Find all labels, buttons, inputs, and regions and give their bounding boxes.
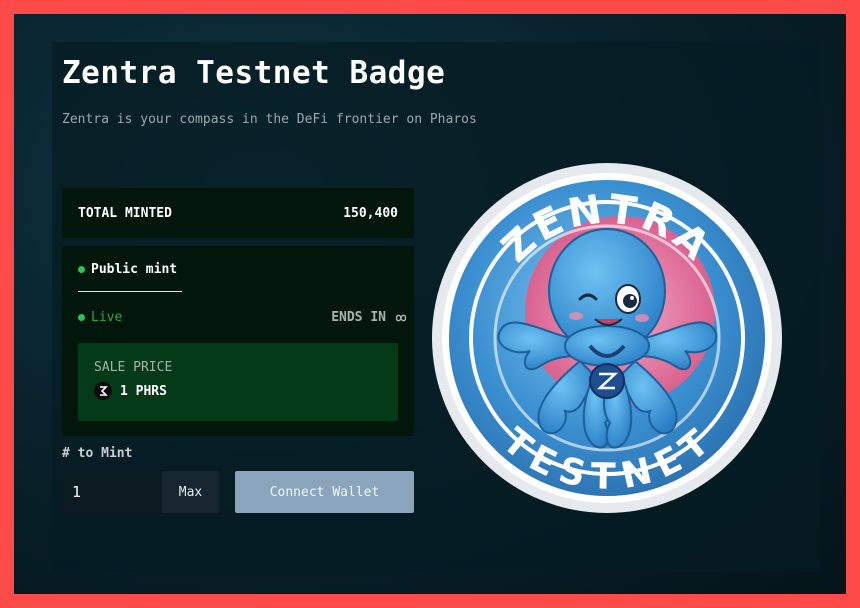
ends-in-label: ENDS IN xyxy=(331,310,386,325)
sale-price-value: 1 PHRS xyxy=(94,382,167,400)
infinity-icon xyxy=(395,314,407,321)
sale-price-label: SALE PRICE xyxy=(94,360,173,375)
max-button[interactable]: Max xyxy=(162,471,219,513)
tab-public-mint[interactable]: Public mint xyxy=(78,262,177,277)
mint-phase-panel: Public mint Live ENDS IN SALE PRICE 1 PH… xyxy=(62,246,414,436)
sale-price-amount: 1 PHRS xyxy=(120,383,167,399)
status-dot-icon xyxy=(78,266,85,273)
total-minted-label: TOTAL MINTED xyxy=(78,205,172,221)
ends-in: ENDS IN xyxy=(331,310,410,325)
octopus-badge-image: ZENTRA TESTNET xyxy=(432,163,782,513)
total-minted-panel: TOTAL MINTED 150,400 xyxy=(62,188,414,238)
live-dot-icon xyxy=(78,314,85,321)
tab-label: Public mint xyxy=(91,262,178,277)
quantity-label: # to Mint xyxy=(62,446,133,461)
sale-price-box: SALE PRICE 1 PHRS xyxy=(78,343,398,421)
quantity-input[interactable] xyxy=(62,471,162,513)
tab-underline xyxy=(78,291,182,292)
total-minted-value: 150,400 xyxy=(343,205,398,221)
live-status: Live xyxy=(78,310,122,325)
connect-wallet-button[interactable]: Connect Wallet xyxy=(235,471,414,513)
page-subtitle: Zentra is your compass in the DeFi front… xyxy=(62,112,477,127)
page-title: Zentra Testnet Badge xyxy=(62,55,446,91)
live-status-label: Live xyxy=(91,310,123,325)
pharos-token-icon xyxy=(94,382,112,400)
